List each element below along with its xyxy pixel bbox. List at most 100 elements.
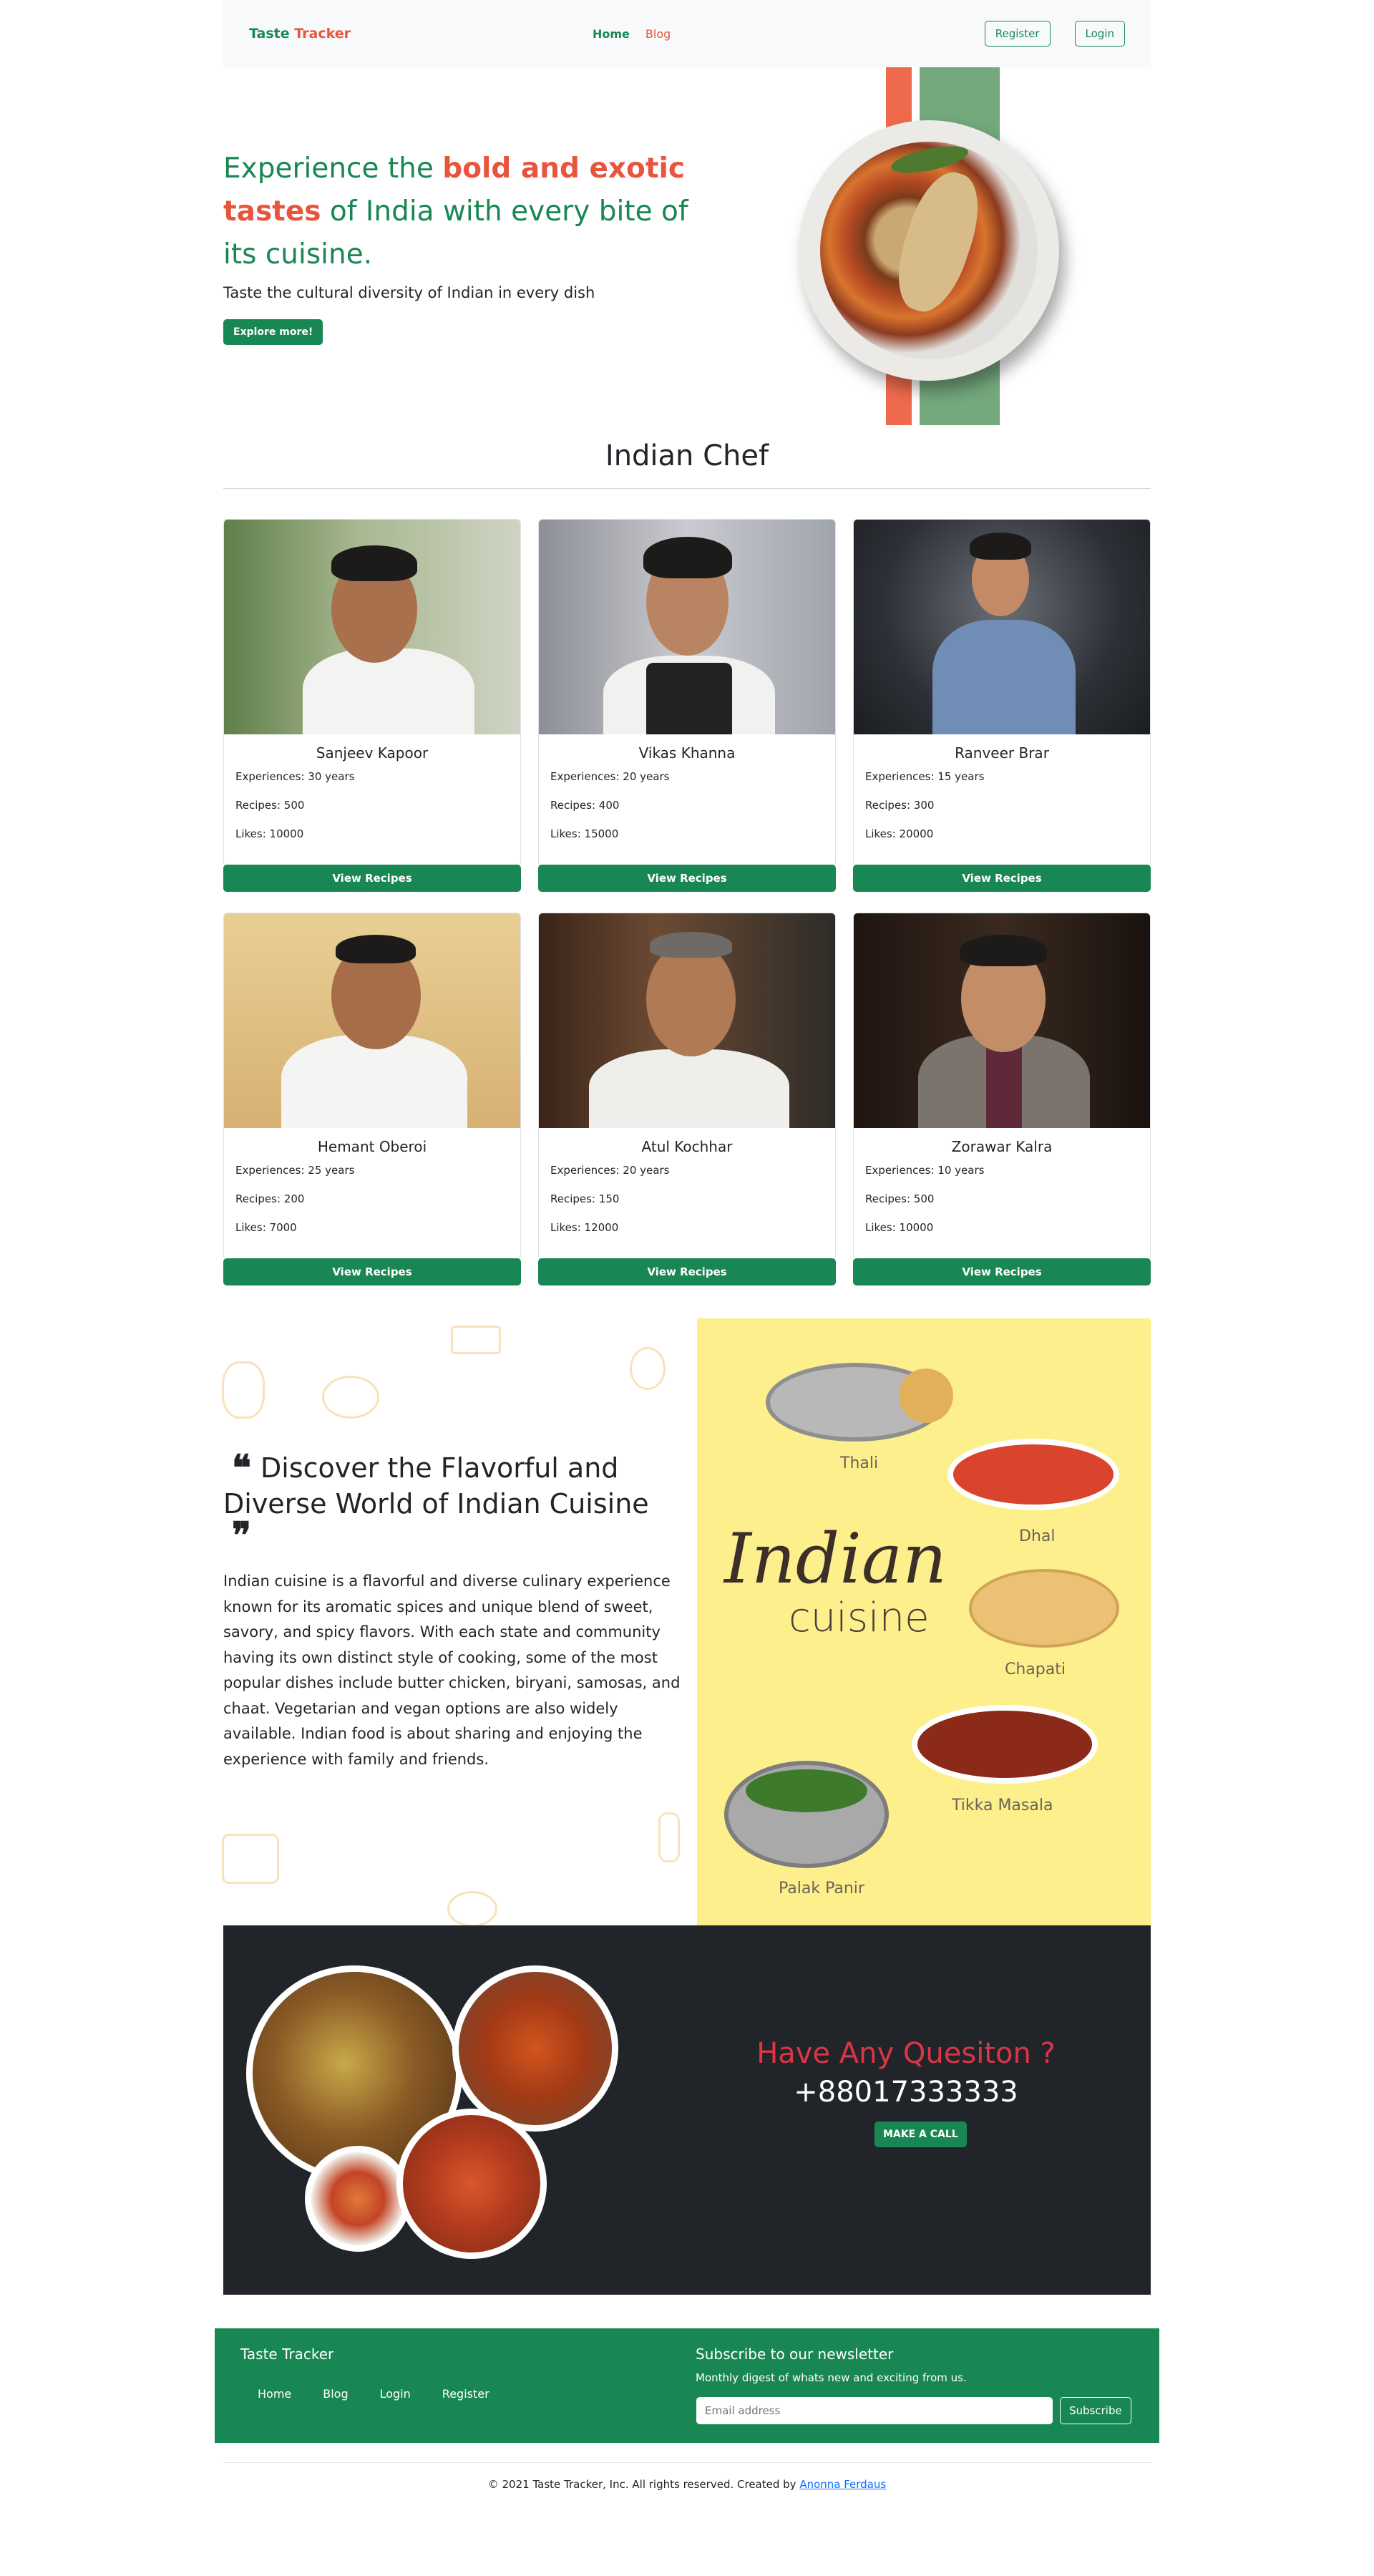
- chef-apron: [646, 663, 732, 734]
- popsicle-doodle-icon: [658, 1812, 680, 1862]
- chef-card: Ranveer Brar Experiences: 15 years Recip…: [853, 519, 1151, 892]
- chef-recipes: Recipes: 300: [865, 799, 935, 812]
- hero-section: Experience the bold and exotic tastes of…: [223, 67, 1151, 425]
- glass-doodle-icon: [630, 1347, 666, 1390]
- view-recipes-button[interactable]: View Recipes: [853, 1258, 1151, 1285]
- cuisine-description: Indian cuisine is a flavorful and divers…: [223, 1573, 681, 1768]
- brand-part2: Tracker: [294, 26, 351, 42]
- view-recipes-button[interactable]: View Recipes: [538, 865, 836, 892]
- hero-subtitle: Taste the cultural diversity of Indian i…: [223, 284, 595, 301]
- newsletter-title: Subscribe to our newsletter: [696, 2346, 894, 2363]
- chef-card: Sanjeev Kapoor Experiences: 30 years Rec…: [223, 519, 521, 892]
- chef-likes: Likes: 15000: [550, 827, 619, 840]
- chef-recipes: Recipes: 500: [865, 1192, 935, 1205]
- nav-link-blog[interactable]: Blog: [645, 27, 671, 41]
- chef-hair: [970, 533, 1031, 560]
- nav-link-home[interactable]: Home: [593, 27, 630, 41]
- footer-brand: Taste Tracker: [240, 2346, 334, 2363]
- footer-link-home[interactable]: Home: [258, 2387, 291, 2401]
- teapot-doodle-icon: [322, 1376, 379, 1419]
- sandwich-doodle-icon: [222, 1834, 279, 1884]
- chef-experience: Experiences: 10 years: [865, 1164, 985, 1177]
- palak-panir-food: [746, 1769, 867, 1812]
- chef-photo: [539, 520, 835, 734]
- cuisine-heading: Discover the Flavorful and Diverse World…: [223, 1452, 649, 1520]
- chef-experience: Experiences: 20 years: [550, 770, 670, 783]
- chef-likes: Likes: 20000: [865, 827, 934, 840]
- chef-name: Ranveer Brar: [955, 744, 1049, 762]
- footer-link-login[interactable]: Login: [380, 2387, 411, 2401]
- footer-link-blog[interactable]: Blog: [323, 2387, 348, 2401]
- dish-label-tikka-masala: Tikka Masala: [952, 1797, 1053, 1814]
- chef-card: Zorawar Kalra Experiences: 10 years Reci…: [853, 913, 1151, 1285]
- footer-links: Home Blog Login Register: [258, 2387, 489, 2401]
- food-image-tandoori: [396, 2109, 547, 2259]
- view-recipes-button[interactable]: View Recipes: [223, 1258, 521, 1285]
- chef-experience: Experiences: 15 years: [865, 770, 985, 783]
- chef-hair: [336, 935, 416, 963]
- cuisine-section: Discover the Flavorful and Diverse World…: [215, 1318, 1151, 1925]
- doodle-icon: [222, 1361, 265, 1419]
- footer-divider: [223, 2462, 1151, 2463]
- chef-photo: [224, 520, 520, 734]
- quote-close-icon: ❞: [232, 1514, 251, 1556]
- brand-logo[interactable]: Taste Tracker: [249, 26, 593, 42]
- chef-name: Hemant Oberoi: [317, 1138, 427, 1155]
- copyright: © 2021 Taste Tracker, Inc. All rights re…: [223, 2478, 1151, 2491]
- register-button[interactable]: Register: [984, 21, 1051, 47]
- chef-suit: [932, 620, 1076, 734]
- dish-label-dhal: Dhal: [1019, 1527, 1056, 1545]
- nav-links: Home Blog: [593, 27, 929, 41]
- chef-hat-doodle-icon: [447, 1891, 497, 1925]
- bread-icon: [899, 1369, 953, 1423]
- chef-card: Vikas Khanna Experiences: 20 years Recip…: [538, 519, 836, 892]
- view-recipes-button[interactable]: View Recipes: [538, 1258, 836, 1285]
- view-recipes-button[interactable]: View Recipes: [223, 865, 521, 892]
- footer-link-register[interactable]: Register: [442, 2387, 489, 2401]
- email-input[interactable]: [696, 2397, 1053, 2424]
- chef-card: Atul Kochhar Experiences: 20 years Recip…: [538, 913, 836, 1285]
- chef-likes: Likes: 10000: [865, 1221, 934, 1234]
- chef-recipes: Recipes: 150: [550, 1192, 620, 1205]
- chef-experience: Experiences: 20 years: [550, 1164, 670, 1177]
- dhal-bowl-icon: [947, 1439, 1119, 1510]
- chef-photo: [854, 520, 1150, 734]
- author-link[interactable]: Anonna Ferdaus: [799, 2478, 886, 2491]
- chef-photo: [539, 913, 835, 1128]
- brand-part1: Taste: [249, 26, 290, 42]
- chef-name: Zorawar Kalra: [951, 1138, 1053, 1155]
- chef-hair: [643, 537, 732, 578]
- contact-section: Have Any Quesiton ? +88017333333 MAKE A …: [223, 1925, 1151, 2295]
- chef-name: Atul Kochhar: [641, 1138, 733, 1155]
- dish-label-thali: Thali: [840, 1454, 879, 1472]
- view-recipes-button[interactable]: View Recipes: [853, 865, 1151, 892]
- chef-jacket: [589, 1049, 789, 1128]
- subscribe-button[interactable]: Subscribe: [1060, 2397, 1131, 2424]
- dish-label-chapati: Chapati: [1005, 1661, 1066, 1678]
- explore-more-button[interactable]: Explore more!: [223, 319, 323, 345]
- dish-label-palak-panir: Palak Panir: [779, 1880, 864, 1897]
- section-divider: [223, 488, 1151, 489]
- indian-cuisine-poster: Thali Dhal Indian cuisine Chapati Tikka …: [697, 1318, 1151, 1925]
- chef-recipes: Recipes: 500: [235, 799, 305, 812]
- chef-cards-grid: Sanjeev Kapoor Experiences: 30 years Rec…: [223, 519, 1151, 1292]
- copyright-text: © 2021 Taste Tracker, Inc. All rights re…: [487, 2478, 800, 2491]
- tikka-masala-bowl-icon: [912, 1705, 1098, 1784]
- chef-photo: [854, 913, 1150, 1128]
- chef-likes: Likes: 7000: [235, 1221, 297, 1234]
- nav-buttons: Register Login: [984, 21, 1125, 47]
- footer: Taste Tracker Home Blog Login Register S…: [215, 2328, 1159, 2443]
- chef-name: Vikas Khanna: [638, 744, 736, 762]
- quote-open-icon: ❝: [232, 1447, 251, 1489]
- newsletter-description: Monthly digest of whats new and exciting…: [696, 2371, 967, 2384]
- hero-title: Experience the bold and exotic tastes of…: [223, 147, 710, 276]
- cake-doodle-icon: [451, 1326, 501, 1354]
- food-image-curry: [452, 1965, 618, 2132]
- chef-photo: [224, 913, 520, 1128]
- login-button[interactable]: Login: [1074, 21, 1125, 47]
- chef-face: [646, 942, 736, 1056]
- chapati-stack-icon: [969, 1569, 1119, 1648]
- chef-hair: [331, 545, 417, 581]
- make-a-call-button[interactable]: MAKE A CALL: [874, 2121, 967, 2147]
- chef-likes: Likes: 10000: [235, 827, 304, 840]
